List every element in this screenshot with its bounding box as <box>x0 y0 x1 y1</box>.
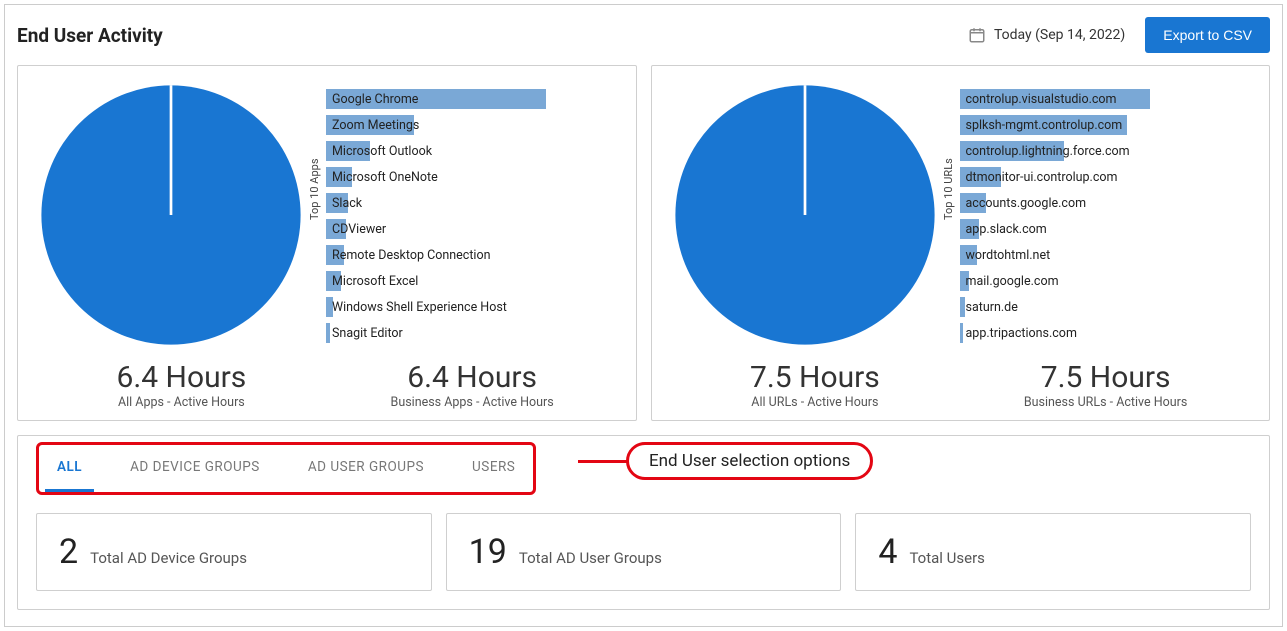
legend-item[interactable]: accounts.google.com <box>960 190 1252 216</box>
legend-item[interactable]: Remote Desktop Connection <box>326 242 618 268</box>
selection-card: ALL AD DEVICE GROUPS AD USER GROUPS USER… <box>17 435 1270 610</box>
tab-ad-user-groups[interactable]: AD USER GROUPS <box>296 445 436 492</box>
apps-legend: Top 10 Apps Google ChromeZoom MeetingsMi… <box>326 80 618 346</box>
tab-all[interactable]: ALL <box>45 445 94 492</box>
legend-label: Remote Desktop Connection <box>326 248 490 263</box>
legend-item[interactable]: splksh-mgmt.controlup.com <box>960 112 1252 138</box>
business-apps-value: 6.4 Hours <box>327 360 618 395</box>
legend-label: app.slack.com <box>960 222 1047 237</box>
legend-label: CDViewer <box>326 222 386 237</box>
urls-legend: Top 10 URLs controlup.visualstudio.comsp… <box>960 80 1252 346</box>
legend-item[interactable]: app.tripactions.com <box>960 320 1252 346</box>
legend-label: Snagit Editor <box>326 326 403 341</box>
apps-axis-label: Top 10 Apps <box>308 158 321 220</box>
tabs-annotation-box: ALL AD DEVICE GROUPS AD USER GROUPS USER… <box>36 442 536 495</box>
apps-pie-chart[interactable] <box>36 80 306 350</box>
legend-item[interactable]: Zoom Meetings <box>326 112 618 138</box>
page-title: End User Activity <box>17 24 968 47</box>
legend-item[interactable]: Snagit Editor <box>326 320 618 346</box>
legend-item[interactable]: controlup.visualstudio.com <box>960 86 1252 112</box>
calendar-icon <box>968 26 986 44</box>
page-container: End User Activity Today (Sep 14, 2022) E… <box>4 4 1283 627</box>
legend-label: dtmonitor-ui.controlup.com <box>960 170 1118 185</box>
business-urls-sub: Business URLs - Active Hours <box>960 395 1251 410</box>
legend-label: Microsoft OneNote <box>326 170 438 185</box>
urls-activity-card: Top 10 URLs controlup.visualstudio.com sp… <box>651 65 1271 421</box>
annotation-callout: End User selection options <box>578 442 873 480</box>
urls-pie-chart[interactable] <box>670 80 940 350</box>
stat-ad-user-groups[interactable]: 19 Total AD User Groups <box>446 513 842 591</box>
stat-count: 2 <box>59 532 78 572</box>
all-apps-metric: 6.4 Hours All Apps - Active Hours <box>36 360 327 410</box>
business-apps-metric: 6.4 Hours Business Apps - Active Hours <box>327 360 618 410</box>
selection-tabs: ALL AD DEVICE GROUPS AD USER GROUPS USER… <box>45 445 527 492</box>
business-apps-sub: Business Apps - Active Hours <box>327 395 618 410</box>
annotation-connector <box>578 460 628 463</box>
all-urls-metric: 7.5 Hours All URLs - Active Hours <box>670 360 961 410</box>
stat-count: 4 <box>878 532 897 572</box>
business-urls-metric: 7.5 Hours Business URLs - Active Hours <box>960 360 1251 410</box>
date-range-label: Today (Sep 14, 2022) <box>994 27 1125 43</box>
legend-item[interactable]: Google Chrome <box>326 86 618 112</box>
legend-label: splksh-mgmt.controlup.com <box>960 118 1123 133</box>
stat-users[interactable]: 4 Total Users <box>855 513 1251 591</box>
stat-label: Total Users <box>909 549 984 567</box>
tab-users[interactable]: USERS <box>460 445 527 492</box>
legend-item[interactable]: Windows Shell Experience Host <box>326 294 618 320</box>
legend-item[interactable]: Microsoft Outlook <box>326 138 618 164</box>
annotation-text: End User selection options <box>626 442 873 480</box>
legend-item[interactable]: dtmonitor-ui.controlup.com <box>960 164 1252 190</box>
export-csv-button[interactable]: Export to CSV <box>1145 17 1270 53</box>
legend-label: wordtohtml.net <box>960 248 1051 263</box>
legend-label: controlup.lightning.force.com <box>960 144 1130 159</box>
legend-label: Microsoft Outlook <box>326 144 432 159</box>
legend-item[interactable]: app.slack.com <box>960 216 1252 242</box>
date-range-picker[interactable]: Today (Sep 14, 2022) <box>968 26 1125 44</box>
all-apps-sub: All Apps - Active Hours <box>36 395 327 410</box>
legend-item[interactable]: Slack <box>326 190 618 216</box>
legend-label: Slack <box>326 196 362 211</box>
legend-item[interactable]: mail.google.com <box>960 268 1252 294</box>
charts-row: Top 10 Apps Google Chrome Zoom Meetings Mi… <box>17 65 1270 421</box>
all-urls-value: 7.5 Hours <box>670 360 961 395</box>
legend-label: saturn.de <box>960 300 1018 315</box>
legend-label: Google Chrome <box>326 92 418 107</box>
legend-label: app.tripactions.com <box>960 326 1077 341</box>
legend-item[interactable]: Microsoft Excel <box>326 268 618 294</box>
legend-item[interactable]: CDViewer <box>326 216 618 242</box>
legend-label: accounts.google.com <box>960 196 1087 211</box>
stat-ad-device-groups[interactable]: 2 Total AD Device Groups <box>36 513 432 591</box>
legend-item[interactable]: controlup.lightning.force.com <box>960 138 1252 164</box>
page-header: End User Activity Today (Sep 14, 2022) E… <box>17 17 1270 53</box>
all-urls-sub: All URLs - Active Hours <box>670 395 961 410</box>
urls-axis-label: Top 10 URLs <box>942 158 955 220</box>
legend-label: Zoom Meetings <box>326 118 419 133</box>
legend-label: Windows Shell Experience Host <box>326 300 507 315</box>
legend-item[interactable]: saturn.de <box>960 294 1252 320</box>
stat-count: 19 <box>469 532 507 572</box>
tab-ad-device-groups[interactable]: AD DEVICE GROUPS <box>118 445 272 492</box>
stats-row: 2 Total AD Device Groups 19 Total AD Use… <box>36 513 1251 591</box>
business-urls-value: 7.5 Hours <box>960 360 1251 395</box>
stat-label: Total AD Device Groups <box>90 549 247 567</box>
all-apps-value: 6.4 Hours <box>36 360 327 395</box>
apps-activity-card: Top 10 Apps Google Chrome Zoom Meetings Mi… <box>17 65 637 421</box>
legend-label: mail.google.com <box>960 274 1059 289</box>
legend-item[interactable]: Microsoft OneNote <box>326 164 618 190</box>
legend-label: Microsoft Excel <box>326 274 418 289</box>
stat-label: Total AD User Groups <box>519 549 662 567</box>
legend-label: controlup.visualstudio.com <box>960 92 1117 107</box>
legend-item[interactable]: wordtohtml.net <box>960 242 1252 268</box>
